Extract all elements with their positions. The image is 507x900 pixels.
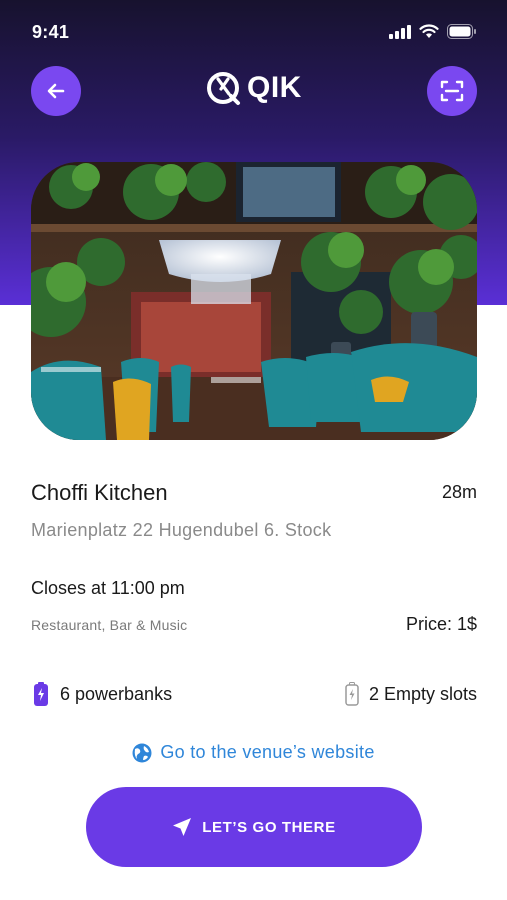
- venue-distance: 28m: [441, 482, 477, 502]
- signal-icon: [389, 24, 411, 39]
- venue-photo: [31, 162, 477, 440]
- venue-website-label: Go to the venue’s website: [160, 742, 375, 762]
- brand-logo: QIK: [205, 70, 302, 106]
- status-time: 9:41: [32, 22, 70, 42]
- status-battery-icon: [447, 24, 476, 39]
- powerbanks-count: 6 powerbanks: [60, 683, 173, 704]
- powerbanks-stat: 6 powerbanks: [34, 682, 172, 706]
- venue-type: Restaurant, Bar & Music: [31, 617, 188, 633]
- qik-logo-icon: [207, 72, 240, 105]
- closing-time: Closes at 11:00 pm: [31, 578, 185, 598]
- wifi-icon: [419, 24, 439, 38]
- venue-price: Price: 1$: [405, 614, 477, 634]
- venue-website-link[interactable]: Go to the venue’s website: [0, 742, 507, 763]
- lets-go-there-label: LET’S GO THERE: [202, 818, 336, 836]
- scan-button[interactable]: [427, 66, 477, 116]
- empty-slots-stat: 2 Empty slots: [345, 682, 477, 706]
- venue-name: Choffi Kitchen: [31, 480, 168, 505]
- status-bar: 9:41: [0, 0, 507, 64]
- scan-icon: [440, 80, 464, 102]
- globe-icon: [132, 743, 152, 762]
- lets-go-there-button[interactable]: LET’S GO THERE: [86, 787, 422, 867]
- status-icons: [389, 24, 477, 39]
- venue-address: Marienplatz 22 Hugendubel 6. Stock: [31, 520, 332, 540]
- empty-slots-count: 2 Empty slots: [368, 683, 477, 704]
- back-arrow-icon: [47, 83, 65, 99]
- battery-icon: [34, 682, 48, 706]
- back-button[interactable]: [31, 66, 81, 116]
- empty-battery-icon: [345, 682, 359, 706]
- navigation-arrow-icon: [173, 818, 192, 836]
- brand-name: QIK: [247, 71, 302, 104]
